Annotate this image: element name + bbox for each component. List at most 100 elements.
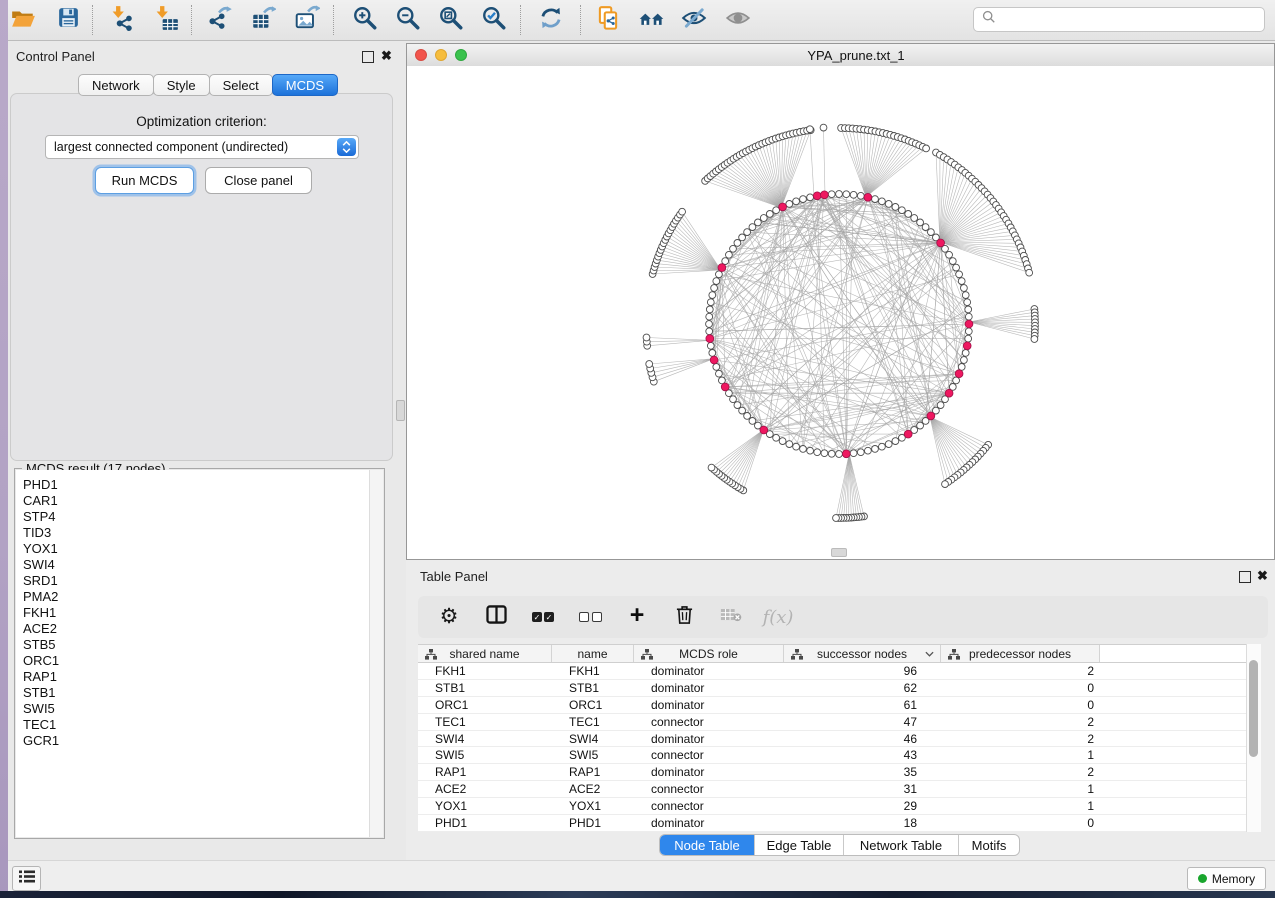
network-leaf-node[interactable] xyxy=(643,334,650,341)
network-node[interactable] xyxy=(850,450,857,457)
network-leaf-node[interactable] xyxy=(942,481,949,488)
function-builder-button[interactable]: f(x) xyxy=(765,604,791,630)
network-node[interactable] xyxy=(953,377,960,384)
mcds-hub-node[interactable] xyxy=(706,335,714,343)
mcds-hub-node[interactable] xyxy=(904,430,912,438)
mcds-result-item[interactable]: SWI5 xyxy=(23,701,370,717)
network-node[interactable] xyxy=(857,192,864,199)
import-network-button[interactable] xyxy=(108,5,138,35)
mcds-hub-node[interactable] xyxy=(710,356,718,364)
clone-network-button[interactable] xyxy=(593,5,623,35)
mcds-result-item[interactable]: SWI4 xyxy=(23,557,370,573)
network-node[interactable] xyxy=(739,407,746,414)
network-node[interactable] xyxy=(885,441,892,448)
column-header-name[interactable]: name xyxy=(552,645,634,662)
table-row[interactable]: SWI4SWI4dominator462 xyxy=(418,731,1246,748)
mcds-result-item[interactable]: TEC1 xyxy=(23,717,370,733)
tab-edge-table[interactable]: Edge Table xyxy=(755,835,844,855)
network-window-titlebar[interactable]: YPA_prune.txt_1 xyxy=(407,44,1274,67)
network-node[interactable] xyxy=(821,450,828,457)
mcds-result-item[interactable]: TID3 xyxy=(23,525,370,541)
network-leaf-node[interactable] xyxy=(1031,336,1038,343)
network-node[interactable] xyxy=(800,446,807,453)
mcds-hub-node[interactable] xyxy=(955,370,963,378)
network-node[interactable] xyxy=(716,271,723,278)
network-leaf-node[interactable] xyxy=(646,361,653,368)
network-node[interactable] xyxy=(958,364,965,371)
network-node[interactable] xyxy=(965,328,972,335)
network-node[interactable] xyxy=(836,191,843,198)
table-row[interactable]: TEC1TEC1connector472 xyxy=(418,714,1246,731)
mcds-result-item[interactable]: FKH1 xyxy=(23,605,370,621)
memory-button[interactable]: Memory xyxy=(1187,867,1266,890)
zoom-out-button[interactable] xyxy=(393,5,423,35)
network-node[interactable] xyxy=(892,204,899,211)
network-node[interactable] xyxy=(953,264,960,271)
network-node[interactable] xyxy=(958,278,965,285)
delete-column-button[interactable] xyxy=(671,604,697,630)
network-node[interactable] xyxy=(726,251,733,258)
network-node[interactable] xyxy=(922,224,929,231)
network-node[interactable] xyxy=(872,196,879,203)
network-node[interactable] xyxy=(807,447,814,454)
network-node[interactable] xyxy=(749,224,756,231)
tab-node-table[interactable]: Node Table xyxy=(660,835,755,855)
export-network-button[interactable] xyxy=(204,5,234,35)
table-row[interactable]: PHD1PHD1dominator180 xyxy=(418,815,1246,832)
network-node[interactable] xyxy=(766,211,773,218)
network-node[interactable] xyxy=(773,434,780,441)
network-node[interactable] xyxy=(707,299,714,306)
network-node[interactable] xyxy=(793,443,800,450)
add-column-button[interactable]: + xyxy=(624,604,650,630)
mcds-result-item[interactable]: SRD1 xyxy=(23,573,370,589)
window-close-traffic-light[interactable] xyxy=(415,49,427,61)
table-row[interactable]: YOX1YOX1connector291 xyxy=(418,798,1246,815)
network-node[interactable] xyxy=(928,229,935,236)
close-table-panel-button[interactable]: ✖ xyxy=(1257,571,1268,581)
network-node[interactable] xyxy=(965,313,972,320)
network-node[interactable] xyxy=(793,198,800,205)
mcds-hub-node[interactable] xyxy=(864,193,872,201)
mcds-result-item[interactable]: ACE2 xyxy=(23,621,370,637)
network-node[interactable] xyxy=(850,191,857,198)
network-canvas[interactable] xyxy=(407,66,1274,559)
tab-mcds[interactable]: MCDS xyxy=(272,74,338,96)
tab-network-table[interactable]: Network Table xyxy=(844,835,959,855)
network-node[interactable] xyxy=(786,441,793,448)
mcds-result-item[interactable]: GCR1 xyxy=(23,733,370,749)
network-leaf-node[interactable] xyxy=(1026,269,1033,276)
mcds-result-item[interactable]: STB1 xyxy=(23,685,370,701)
table-splitter-handle[interactable] xyxy=(831,548,847,557)
zoom-selected-button[interactable] xyxy=(479,5,509,35)
export-image-button[interactable] xyxy=(292,5,322,35)
network-node[interactable] xyxy=(836,451,843,458)
delete-table-button[interactable] xyxy=(718,604,744,630)
mcds-result-item[interactable]: RAP1 xyxy=(23,669,370,685)
network-node[interactable] xyxy=(885,201,892,208)
search-input[interactable] xyxy=(1001,11,1264,28)
mcds-result-item[interactable]: PHD1 xyxy=(23,477,370,493)
tab-select[interactable]: Select xyxy=(209,74,273,96)
table-row[interactable]: ACE2ACE2connector311 xyxy=(418,781,1246,798)
network-node[interactable] xyxy=(706,321,713,328)
zoom-fit-button[interactable] xyxy=(436,5,466,35)
network-node[interactable] xyxy=(828,191,835,198)
network-node[interactable] xyxy=(872,446,879,453)
refresh-button[interactable] xyxy=(536,5,566,35)
mcds-hub-node[interactable] xyxy=(813,192,821,200)
first-neighbors-button[interactable] xyxy=(636,5,666,35)
table-settings-button[interactable]: ⚙ xyxy=(436,604,462,630)
mcds-list-scrollbar[interactable] xyxy=(369,470,383,837)
network-node[interactable] xyxy=(706,313,713,320)
network-node[interactable] xyxy=(786,201,793,208)
hide-selected-button[interactable] xyxy=(679,5,709,35)
close-panel-icon-button[interactable]: ✖ xyxy=(381,51,392,61)
network-node[interactable] xyxy=(779,438,786,445)
import-table-button[interactable] xyxy=(152,5,182,35)
network-leaf-node[interactable] xyxy=(820,124,827,131)
network-node[interactable] xyxy=(892,438,899,445)
export-table-button[interactable] xyxy=(248,5,278,35)
network-node[interactable] xyxy=(865,447,872,454)
table-scrollbar-thumb[interactable] xyxy=(1249,660,1258,757)
network-node[interactable] xyxy=(734,402,741,409)
